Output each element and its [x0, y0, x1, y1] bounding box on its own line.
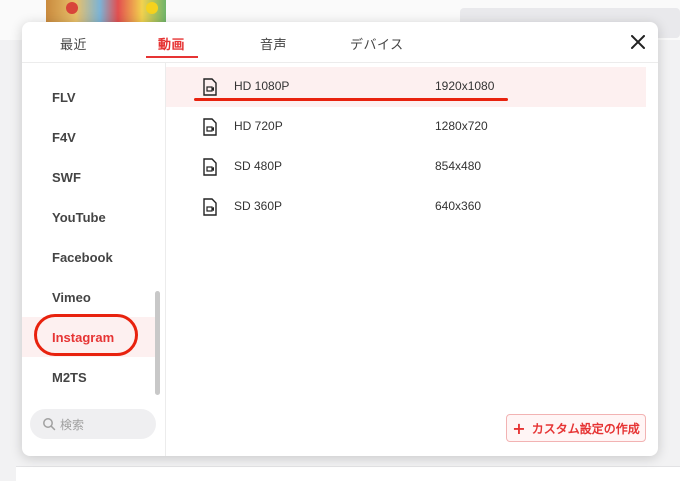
resolution-value: 640x360 [435, 199, 482, 213]
video-file-icon [203, 118, 217, 136]
create-custom-setting-button[interactable]: + カスタム設定の作成 [506, 414, 646, 442]
sidebar-item-m2ts[interactable]: M2TS [22, 357, 158, 397]
resolution-name: SD 360P [234, 199, 283, 213]
format-sidebar: FLV F4V SWF YouTube Facebook Vimeo Insta… [22, 63, 165, 456]
resolution-name: SD 480P [234, 159, 283, 173]
resolution-row-hd-720p[interactable]: HD 720P 1280x720 [166, 107, 646, 147]
tab-video[interactable]: 動画 [158, 34, 185, 53]
active-tab-indicator [146, 56, 198, 58]
annotation-underline [194, 98, 508, 101]
sidebar-item-f4v[interactable]: F4V [22, 117, 158, 157]
sidebar-item-swf[interactable]: SWF [22, 157, 158, 197]
sidebar-scrollbar[interactable] [155, 291, 160, 395]
tab-audio[interactable]: 音声 [260, 34, 287, 53]
background-video-thumbnail [46, 0, 166, 22]
format-selection-popup: 最近 動画 音声 デバイス FLV F4V SWF YouTube Facebo… [22, 22, 658, 456]
category-tabs: 最近 動画 音声 デバイス [22, 22, 658, 62]
annotation-ellipse [34, 314, 138, 356]
resolution-name: HD 1080P [234, 79, 290, 93]
sidebar-item-facebook[interactable]: Facebook [22, 237, 158, 277]
sidebar-item-youtube[interactable]: YouTube [22, 197, 158, 237]
video-file-icon [203, 198, 217, 216]
tab-recent[interactable]: 最近 [60, 34, 87, 53]
resolution-value: 854x480 [435, 159, 482, 173]
video-file-icon [203, 78, 217, 96]
format-search-input[interactable]: 検索 [30, 409, 156, 439]
close-button[interactable] [626, 30, 650, 54]
resolution-row-sd-360p[interactable]: SD 360P 640x360 [166, 187, 646, 227]
resolution-name: HD 720P [234, 119, 283, 133]
video-file-icon [203, 158, 217, 176]
create-custom-setting-label: カスタム設定の作成 [531, 421, 640, 436]
sidebar-item-vimeo[interactable]: Vimeo [22, 277, 158, 317]
plus-icon: + [512, 418, 526, 438]
close-icon [631, 35, 645, 49]
tab-device[interactable]: デバイス [350, 34, 404, 53]
sidebar-item-flv[interactable]: FLV [22, 77, 158, 117]
background-app-footer [16, 466, 680, 481]
resolution-value: 1280x720 [435, 119, 488, 133]
search-placeholder: 検索 [60, 417, 85, 432]
resolution-row-sd-480p[interactable]: SD 480P 854x480 [166, 147, 646, 187]
search-icon [43, 418, 56, 431]
resolution-value: 1920x1080 [435, 79, 495, 93]
resolution-row-hd-1080p[interactable]: HD 1080P 1920x1080 [166, 67, 646, 107]
